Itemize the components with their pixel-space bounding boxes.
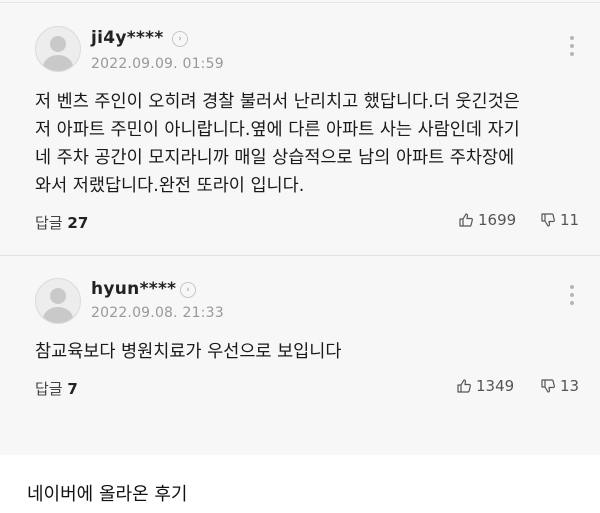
chevron-right-icon[interactable]: › (172, 31, 188, 47)
reply-count: 27 (67, 214, 89, 232)
comment-divider (0, 255, 600, 256)
dislike-button[interactable]: 13 (540, 377, 579, 395)
thumbs-down-icon (541, 379, 555, 393)
comment-timestamp: 2022.09.09. 01:59 (91, 56, 224, 72)
comment-line: 저 벤츠 주인이 오히려 경찰 불러서 난리치고 했답니다.더 웃긴것은 (35, 92, 520, 112)
comment-body: 저 벤츠 주인이 오히려 경찰 불러서 난리치고 했답니다.더 웃긴것은 저 아… (35, 88, 580, 200)
comment-card: ji4y**** › 2022.09.09. 01:59 저 벤츠 주인이 오히… (0, 8, 600, 250)
avatar-icon[interactable] (35, 26, 81, 72)
comment-line: 저 아파트 주민이 아니랍니다.옆에 다른 아파트 사는 사람인데 자기 (35, 120, 520, 140)
reply-count: 7 (67, 380, 78, 398)
thumbs-up-icon (459, 213, 473, 227)
comment-screenshot: ji4y**** › 2022.09.09. 01:59 저 벤츠 주인이 오히… (0, 0, 600, 455)
chevron-right-icon[interactable]: › (180, 282, 196, 298)
reply-label: 답글 (35, 380, 63, 398)
reply-button[interactable]: 답글 7 (35, 378, 78, 399)
like-button[interactable]: 1699 (458, 211, 516, 229)
comment-line: 네 주차 공간이 모지라니까 매일 상습적으로 남의 아파트 주차장에 (35, 148, 515, 168)
dislike-count: 11 (560, 211, 580, 229)
dislike-button[interactable]: 11 (540, 211, 579, 229)
comment-username[interactable]: ji4y**** (91, 28, 164, 48)
top-divider (0, 2, 600, 3)
more-vertical-icon[interactable] (569, 35, 575, 57)
like-count: 1349 (476, 377, 515, 395)
comment-line: 참교육보다 병원치료가 우선으로 보입니다 (35, 342, 342, 362)
avatar-icon[interactable] (35, 278, 81, 324)
comment-timestamp: 2022.09.08. 21:33 (91, 305, 224, 321)
comment-line: 와서 저랬답니다.완전 또라이 입니다. (35, 176, 305, 196)
more-vertical-icon[interactable] (569, 284, 575, 306)
comment-body: 참교육보다 병원치료가 우선으로 보입니다 (35, 338, 580, 366)
post-caption: 네이버에 올라온 후기 (27, 484, 188, 505)
thumbs-down-icon (541, 213, 555, 227)
dislike-count: 13 (560, 377, 580, 395)
reply-button[interactable]: 답글 27 (35, 212, 88, 233)
like-button[interactable]: 1349 (456, 377, 514, 395)
comment-username[interactable]: hyun**** (91, 279, 176, 299)
comment-card: hyun**** › 2022.09.08. 21:33 참교육보다 병원치료가… (0, 262, 600, 437)
thumbs-up-icon (457, 379, 471, 393)
reply-label: 답글 (35, 214, 63, 232)
like-count: 1699 (478, 211, 517, 229)
